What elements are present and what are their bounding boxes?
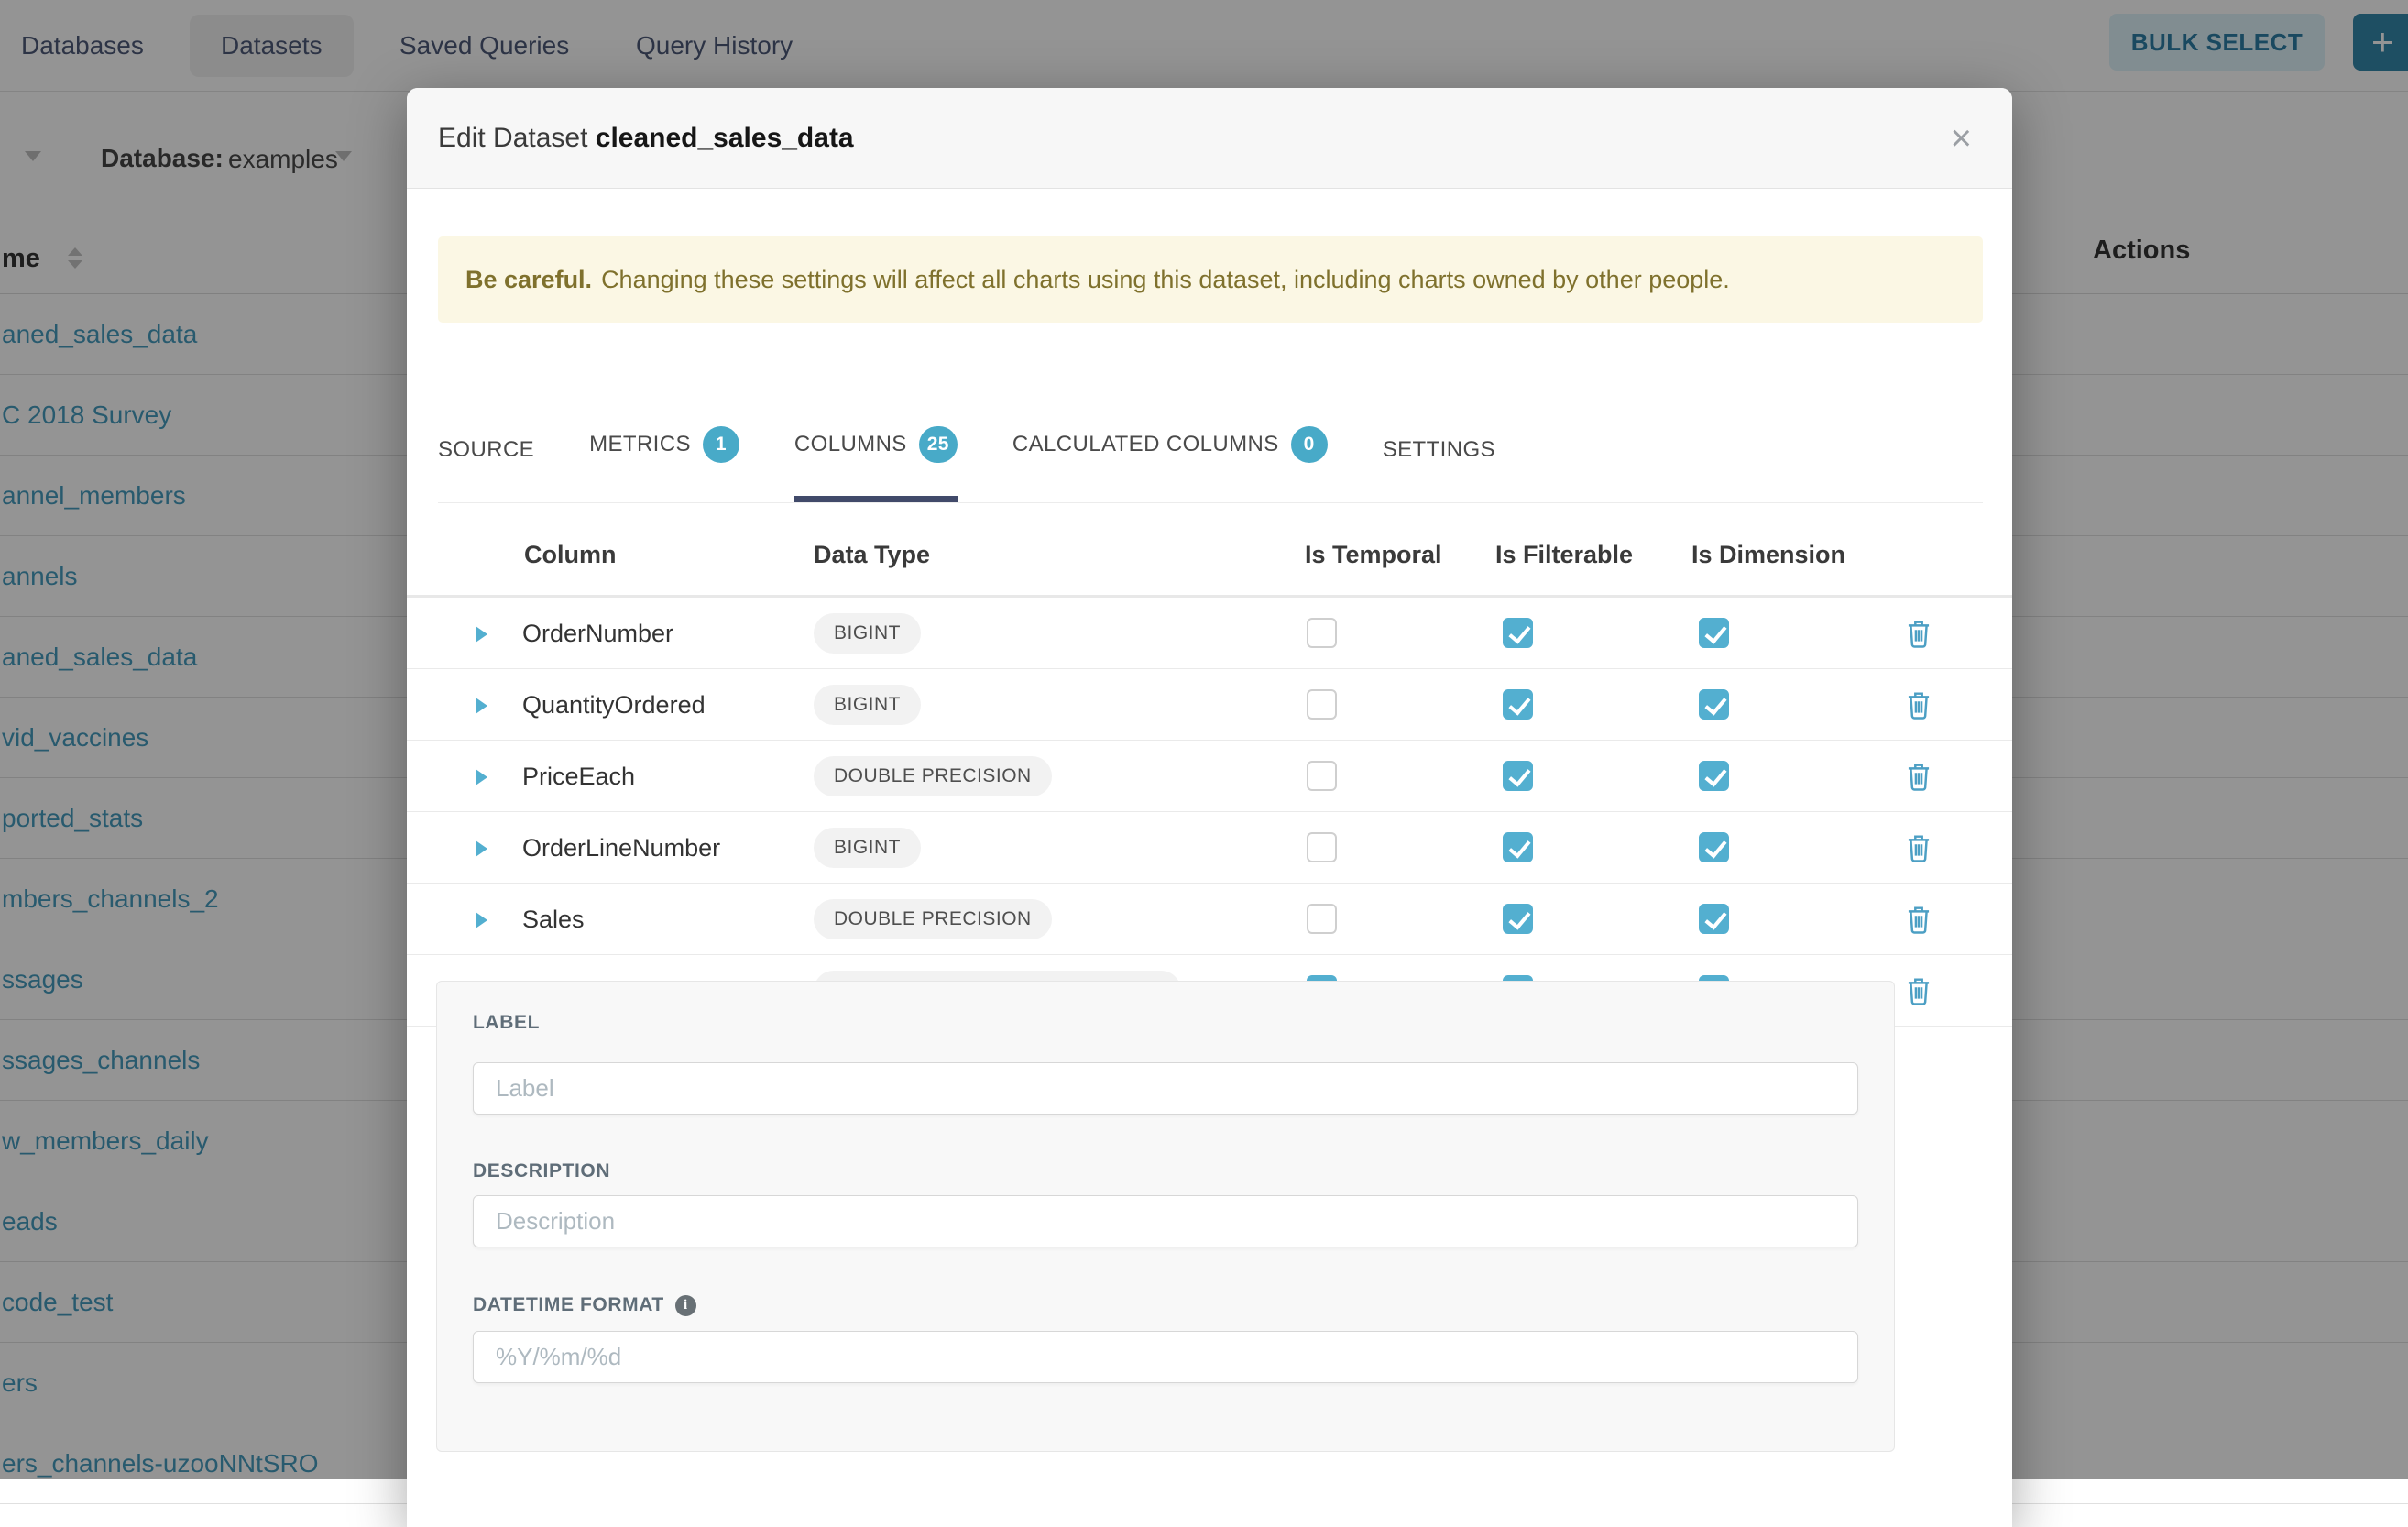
tab-label: COLUMNS (794, 432, 907, 457)
expand-caret-icon[interactable] (476, 912, 487, 928)
tab-source[interactable]: SOURCE (438, 437, 534, 502)
modal-header: Edit Dataset cleaned_sales_data × (407, 88, 2012, 189)
tab-metrics[interactable]: METRICS 1 (589, 426, 739, 502)
column-name: Sales (522, 884, 585, 955)
tab-label: METRICS (589, 432, 691, 457)
column-row: OrderNumber BIGINT (407, 598, 2012, 669)
data-type-pill: BIGINT (814, 685, 921, 725)
column-name: OrderNumber (522, 598, 673, 669)
columns-table: Column Data Type Is Temporal Is Filterab… (407, 503, 2012, 1027)
expand-caret-icon[interactable] (476, 626, 487, 643)
column-row: OrderLineNumber BIGINT (407, 812, 2012, 884)
edit-dataset-modal: Edit Dataset cleaned_sales_data × Be car… (407, 88, 2012, 1527)
column-row: QuantityOrdered BIGINT (407, 669, 2012, 741)
is-dimension-checkbox[interactable] (1699, 761, 1729, 791)
is-temporal-checkbox[interactable] (1307, 618, 1337, 648)
is-dimension-checkbox[interactable] (1699, 618, 1729, 648)
label-text: DESCRIPTION (473, 1160, 610, 1182)
info-icon[interactable]: i (675, 1295, 696, 1316)
datetime-format-field-label: DATETIME FORMAT i (473, 1294, 696, 1316)
is-filterable-checkbox[interactable] (1503, 832, 1533, 862)
is-filterable-checkbox[interactable] (1503, 689, 1533, 720)
header-data-type: Data Type (814, 541, 930, 569)
expand-caret-icon[interactable] (476, 769, 487, 785)
modal-title-dataset-name: cleaned_sales_data (596, 123, 854, 153)
is-temporal-checkbox[interactable] (1307, 689, 1337, 720)
metrics-count-badge: 1 (703, 426, 739, 463)
column-row: PriceEach DOUBLE PRECISION (407, 741, 2012, 812)
description-input[interactable] (473, 1195, 1858, 1247)
modal-tabs: SOURCE METRICS 1 COLUMNS 25 CALCULATED C… (438, 323, 1983, 503)
delete-column-icon[interactable] (1905, 905, 1932, 934)
tab-settings[interactable]: SETTINGS (1383, 437, 1495, 502)
header-is-filterable: Is Filterable (1495, 541, 1633, 569)
expand-caret-icon[interactable] (476, 698, 487, 714)
header-is-temporal: Is Temporal (1305, 541, 1442, 569)
delete-column-icon[interactable] (1905, 690, 1932, 720)
column-name: PriceEach (522, 741, 635, 812)
is-dimension-checkbox[interactable] (1699, 832, 1729, 862)
column-row: Sales DOUBLE PRECISION (407, 884, 2012, 955)
description-field-label: DESCRIPTION (473, 1160, 610, 1182)
delete-column-icon[interactable] (1905, 833, 1932, 862)
columns-count-badge: 25 (919, 426, 958, 463)
is-dimension-checkbox[interactable] (1699, 904, 1729, 934)
column-name: QuantityOrdered (522, 669, 706, 741)
column-detail-panel: LABEL DESCRIPTION DATETIME FORMAT i (436, 981, 1895, 1452)
data-type-pill: DOUBLE PRECISION (814, 899, 1052, 939)
is-filterable-checkbox[interactable] (1503, 761, 1533, 791)
data-type-pill: DOUBLE PRECISION (814, 756, 1052, 796)
tab-label: SETTINGS (1383, 437, 1495, 463)
column-name: OrderLineNumber (522, 812, 720, 884)
delete-column-icon[interactable] (1905, 976, 1932, 1005)
delete-column-icon[interactable] (1905, 619, 1932, 648)
datetime-format-input[interactable] (473, 1331, 1858, 1383)
is-temporal-checkbox[interactable] (1307, 761, 1337, 791)
is-temporal-checkbox[interactable] (1307, 832, 1337, 862)
is-filterable-checkbox[interactable] (1503, 618, 1533, 648)
label-text: LABEL (473, 1012, 540, 1034)
is-dimension-checkbox[interactable] (1699, 689, 1729, 720)
warning-banner: Be careful. Changing these settings will… (438, 236, 1983, 323)
columns-table-header: Column Data Type Is Temporal Is Filterab… (407, 503, 2012, 598)
tab-label: CALCULATED COLUMNS (1012, 432, 1279, 457)
expand-caret-icon[interactable] (476, 840, 487, 857)
label-text: DATETIME FORMAT (473, 1294, 664, 1316)
modal-title: Edit Dataset cleaned_sales_data (438, 123, 854, 154)
warning-banner-text: Changing these settings will affect all … (601, 266, 1730, 294)
is-filterable-checkbox[interactable] (1503, 904, 1533, 934)
tab-columns[interactable]: COLUMNS 25 (794, 426, 958, 502)
data-type-pill: BIGINT (814, 828, 921, 868)
data-type-pill: BIGINT (814, 613, 921, 654)
header-is-dimension: Is Dimension (1691, 541, 1845, 569)
warning-banner-bold: Be careful. (465, 266, 592, 294)
tab-label: SOURCE (438, 437, 534, 463)
tab-calculated-columns[interactable]: CALCULATED COLUMNS 0 (1012, 426, 1328, 502)
close-icon[interactable]: × (1951, 120, 1972, 157)
modal-title-prefix: Edit Dataset (438, 123, 587, 153)
is-temporal-checkbox[interactable] (1307, 904, 1337, 934)
label-field-label: LABEL (473, 1012, 540, 1034)
calculated-columns-count-badge: 0 (1291, 426, 1328, 463)
label-input[interactable] (473, 1062, 1858, 1115)
delete-column-icon[interactable] (1905, 762, 1932, 791)
header-column: Column (524, 541, 617, 569)
